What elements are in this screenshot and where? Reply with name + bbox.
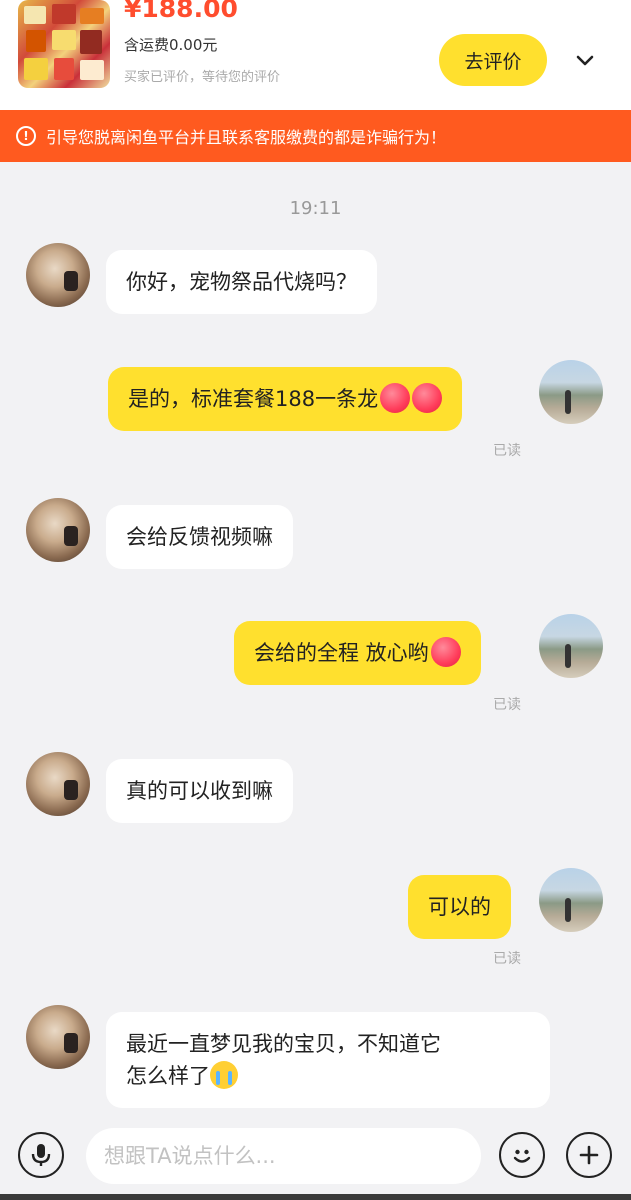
warning-icon: ! <box>16 126 36 146</box>
message-bubble-other[interactable]: 最近一直梦见我的宝贝，不知道它 怎么样了 <box>106 1012 550 1108</box>
message-bubble-self[interactable]: 是的，标准套餐188一条龙 <box>108 367 463 431</box>
message-text: 是的，标准套餐188一条龙 <box>128 387 379 411</box>
product-thumbnail[interactable] <box>18 0 110 88</box>
microphone-icon[interactable] <box>18 1132 64 1178</box>
read-receipt: 已读 <box>493 697 521 713</box>
avatar-self[interactable] <box>539 360 603 424</box>
composer-bar <box>0 1118 631 1200</box>
avatar-other[interactable] <box>26 1005 90 1069</box>
emoji-icon[interactable] <box>499 1132 545 1178</box>
avatar-self[interactable] <box>539 614 603 678</box>
message-bubble-self[interactable]: 会给的全程 放心哟 <box>234 621 481 685</box>
message-input[interactable] <box>86 1128 481 1184</box>
message-bubble-other[interactable]: 你好，宠物祭品代烧吗？ <box>106 250 377 314</box>
message-timestamp: 19:11 <box>289 198 342 219</box>
message-bubble-other[interactable]: 会给反馈视频嘛 <box>106 505 293 569</box>
chevron-down-icon[interactable] <box>572 48 598 74</box>
message-text-line: 最近一直梦见我的宝贝，不知道它 <box>126 1032 441 1056</box>
read-receipt: 已读 <box>493 951 521 967</box>
heart-emoji-icon <box>430 637 461 667</box>
avatar-other[interactable] <box>26 752 90 816</box>
heart-emoji-icon <box>412 383 443 413</box>
message-text: 你好，宠物祭品代烧吗？ <box>126 270 357 294</box>
warning-text: 引导您脱离闲鱼平台并且联系客服缴费的都是诈骗行为！ <box>46 128 447 147</box>
avatar-other[interactable] <box>26 498 90 562</box>
message-bubble-other[interactable]: 真的可以收到嘛 <box>106 759 293 823</box>
message-text-line: 怎么样了 <box>126 1064 210 1088</box>
message-bubble-self[interactable]: 可以的 <box>408 875 511 939</box>
product-header: ¥188.00 含运费0.00元 买家已评价，等待您的评价 去评价 <box>0 0 631 110</box>
crying-emoji-icon <box>210 1061 238 1089</box>
home-indicator-bar <box>0 1194 631 1200</box>
shipping-fee: 含运费0.00元 <box>124 36 218 54</box>
fraud-warning-banner: ! 引导您脱离闲鱼平台并且联系客服缴费的都是诈骗行为！ <box>0 110 631 162</box>
message-text: 会给反馈视频嘛 <box>126 525 273 549</box>
review-button[interactable]: 去评价 <box>439 34 547 86</box>
product-price: ¥188.00 <box>124 0 238 23</box>
read-receipt: 已读 <box>493 443 521 459</box>
message-text: 会给的全程 放心哟 <box>254 641 429 665</box>
heart-emoji-icon <box>380 383 411 413</box>
review-status: 买家已评价，等待您的评价 <box>124 70 281 85</box>
avatar-other[interactable] <box>26 243 90 307</box>
plus-icon[interactable] <box>566 1132 612 1178</box>
avatar-self[interactable] <box>539 868 603 932</box>
message-text: 真的可以收到嘛 <box>126 779 273 803</box>
message-text: 可以的 <box>428 895 491 919</box>
